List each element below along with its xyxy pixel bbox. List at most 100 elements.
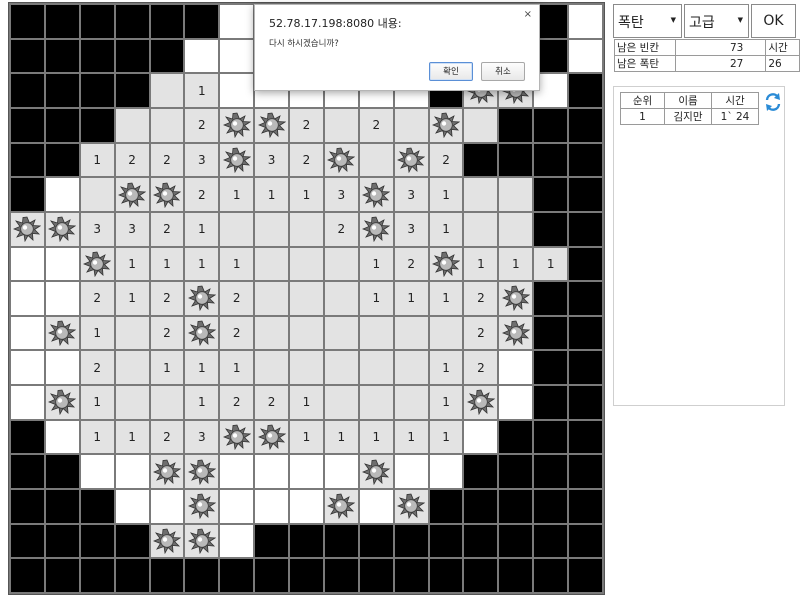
unrevealed-cell[interactable] xyxy=(45,282,79,315)
hidden-cell[interactable] xyxy=(499,524,533,558)
hidden-cell[interactable] xyxy=(255,559,289,592)
hidden-cell[interactable] xyxy=(569,386,602,419)
hidden-cell[interactable] xyxy=(185,559,219,592)
hidden-cell[interactable] xyxy=(11,108,44,142)
unrevealed-cell[interactable] xyxy=(11,351,44,385)
hidden-cell[interactable] xyxy=(569,282,602,315)
unrevealed-cell[interactable] xyxy=(290,490,323,523)
unrevealed-cell[interactable] xyxy=(220,524,254,558)
hidden-cell[interactable] xyxy=(80,39,114,73)
hidden-cell[interactable] xyxy=(534,212,568,246)
hidden-cell[interactable] xyxy=(534,559,568,592)
refresh-icon[interactable] xyxy=(764,92,782,112)
hidden-cell[interactable] xyxy=(324,559,358,592)
hidden-cell[interactable] xyxy=(499,455,533,489)
hidden-cell[interactable] xyxy=(359,524,393,558)
unrevealed-cell[interactable] xyxy=(255,455,289,489)
hidden-cell[interactable] xyxy=(80,5,114,38)
ok-button[interactable]: OK xyxy=(751,4,796,38)
hidden-cell[interactable] xyxy=(569,178,602,211)
unrevealed-cell[interactable] xyxy=(499,386,533,419)
unrevealed-cell[interactable] xyxy=(45,247,79,281)
hidden-cell[interactable] xyxy=(429,490,463,523)
confirm-button[interactable]: 확인 xyxy=(429,62,473,81)
hidden-cell[interactable] xyxy=(569,524,602,558)
hidden-cell[interactable] xyxy=(569,490,602,523)
hidden-cell[interactable] xyxy=(11,74,44,107)
hidden-cell[interactable] xyxy=(11,178,44,211)
hidden-cell[interactable] xyxy=(255,524,289,558)
hidden-cell[interactable] xyxy=(499,559,533,592)
unrevealed-cell[interactable] xyxy=(394,455,428,489)
hidden-cell[interactable] xyxy=(115,559,149,592)
unrevealed-cell[interactable] xyxy=(220,455,254,489)
unrevealed-cell[interactable] xyxy=(220,39,254,73)
hidden-cell[interactable] xyxy=(45,74,79,107)
unrevealed-cell[interactable] xyxy=(11,386,44,419)
hidden-cell[interactable] xyxy=(45,524,79,558)
hidden-cell[interactable] xyxy=(534,455,568,489)
unrevealed-cell[interactable] xyxy=(11,247,44,281)
hidden-cell[interactable] xyxy=(499,143,533,177)
unrevealed-cell[interactable] xyxy=(429,455,463,489)
unrevealed-cell[interactable] xyxy=(359,490,393,523)
mode-select[interactable]: 폭탄 ▼ xyxy=(613,4,682,38)
hidden-cell[interactable] xyxy=(499,108,533,142)
hidden-cell[interactable] xyxy=(220,559,254,592)
hidden-cell[interactable] xyxy=(464,559,498,592)
hidden-cell[interactable] xyxy=(569,351,602,385)
hidden-cell[interactable] xyxy=(569,108,602,142)
hidden-cell[interactable] xyxy=(499,420,533,454)
unrevealed-cell[interactable] xyxy=(45,420,79,454)
hidden-cell[interactable] xyxy=(464,490,498,523)
hidden-cell[interactable] xyxy=(45,5,79,38)
hidden-cell[interactable] xyxy=(115,524,149,558)
hidden-cell[interactable] xyxy=(11,559,44,592)
hidden-cell[interactable] xyxy=(569,74,602,107)
hidden-cell[interactable] xyxy=(80,108,114,142)
hidden-cell[interactable] xyxy=(534,316,568,350)
hidden-cell[interactable] xyxy=(11,420,44,454)
hidden-cell[interactable] xyxy=(534,351,568,385)
hidden-cell[interactable] xyxy=(150,559,184,592)
unrevealed-cell[interactable] xyxy=(255,490,289,523)
hidden-cell[interactable] xyxy=(359,559,393,592)
unrevealed-cell[interactable] xyxy=(115,455,149,489)
hidden-cell[interactable] xyxy=(569,247,602,281)
hidden-cell[interactable] xyxy=(11,490,44,523)
unrevealed-cell[interactable] xyxy=(11,316,44,350)
hidden-cell[interactable] xyxy=(45,490,79,523)
hidden-cell[interactable] xyxy=(150,5,184,38)
hidden-cell[interactable] xyxy=(394,559,428,592)
hidden-cell[interactable] xyxy=(80,490,114,523)
hidden-cell[interactable] xyxy=(429,524,463,558)
hidden-cell[interactable] xyxy=(324,524,358,558)
hidden-cell[interactable] xyxy=(11,524,44,558)
hidden-cell[interactable] xyxy=(569,559,602,592)
hidden-cell[interactable] xyxy=(45,455,79,489)
hidden-cell[interactable] xyxy=(115,39,149,73)
hidden-cell[interactable] xyxy=(534,143,568,177)
hidden-cell[interactable] xyxy=(569,316,602,350)
unrevealed-cell[interactable] xyxy=(569,5,602,38)
hidden-cell[interactable] xyxy=(534,108,568,142)
unrevealed-cell[interactable] xyxy=(220,74,254,107)
hidden-cell[interactable] xyxy=(534,178,568,211)
hidden-cell[interactable] xyxy=(534,386,568,419)
hidden-cell[interactable] xyxy=(150,39,184,73)
unrevealed-cell[interactable] xyxy=(220,5,254,38)
unrevealed-cell[interactable] xyxy=(499,351,533,385)
hidden-cell[interactable] xyxy=(464,143,498,177)
unrevealed-cell[interactable] xyxy=(150,490,184,523)
hidden-cell[interactable] xyxy=(569,143,602,177)
hidden-cell[interactable] xyxy=(569,455,602,489)
hidden-cell[interactable] xyxy=(534,524,568,558)
unrevealed-cell[interactable] xyxy=(324,455,358,489)
hidden-cell[interactable] xyxy=(534,282,568,315)
hidden-cell[interactable] xyxy=(534,490,568,523)
hidden-cell[interactable] xyxy=(115,74,149,107)
unrevealed-cell[interactable] xyxy=(115,490,149,523)
hidden-cell[interactable] xyxy=(11,39,44,73)
hidden-cell[interactable] xyxy=(45,39,79,73)
hidden-cell[interactable] xyxy=(394,524,428,558)
